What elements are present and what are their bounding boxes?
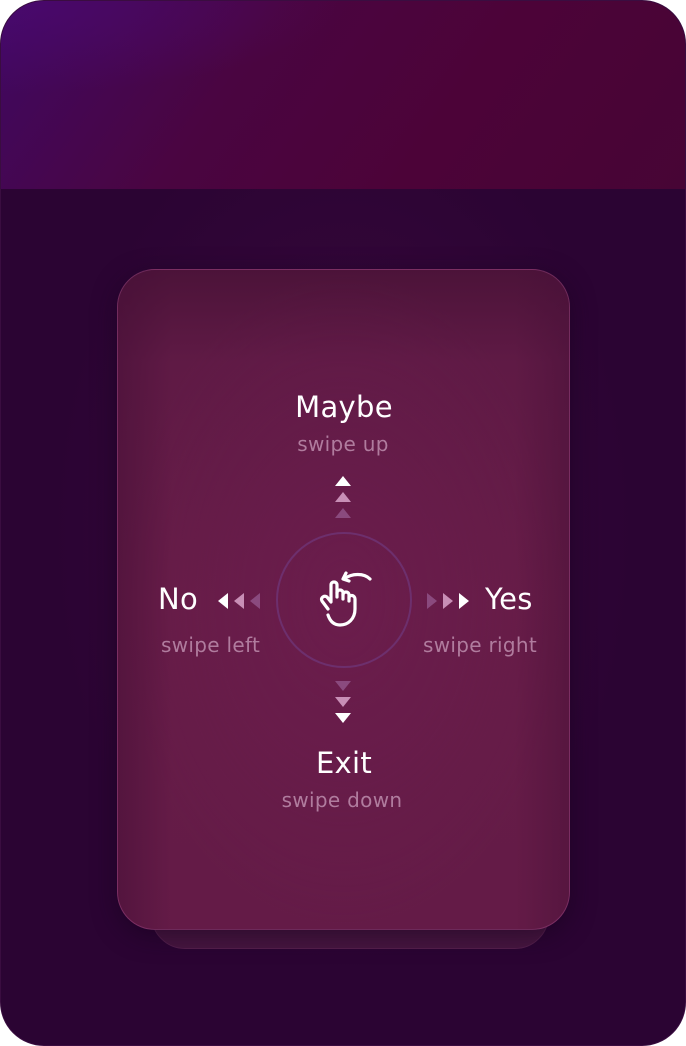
swipe-up-action-label: Maybe: [295, 390, 393, 424]
swipe-up-hint: swipe up: [297, 432, 389, 456]
app-frame: Maybe swipe up No swipe left Yes swipe r…: [0, 0, 686, 1046]
triple-arrow-up-icon: [335, 476, 351, 518]
triple-arrow-down-icon: [335, 681, 351, 723]
swipe-down-action-label: Exit: [315, 746, 373, 780]
swipe-down-hint: swipe down: [281, 788, 403, 812]
swipe-right-action-label: Yes: [485, 582, 533, 616]
triple-arrow-right-icon: [427, 593, 469, 609]
swipe-right-hint: swipe right: [423, 633, 537, 657]
swipe-left-action-label: No: [158, 582, 199, 616]
swipe-left-hint: swipe left: [161, 633, 261, 657]
triple-arrow-left-icon: [218, 593, 260, 609]
header-glow: [1, 1, 685, 189]
swipe-hand-icon: [319, 571, 372, 627]
